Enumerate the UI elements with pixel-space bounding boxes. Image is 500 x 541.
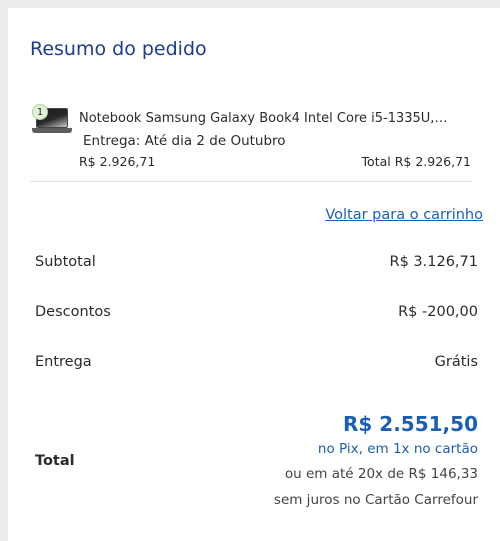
divider — [30, 181, 472, 182]
back-to-cart-link[interactable]: Voltar para o carrinho — [325, 207, 483, 223]
subtotal-label: Subtotal — [35, 254, 96, 270]
quantity-badge: 1 — [32, 104, 48, 120]
summary-title: Resumo do pedido — [30, 38, 207, 60]
product-delivery: Entrega: Até dia 2 de Outubro — [83, 133, 286, 149]
installments-line-2: sem juros no Cartão Carrefour — [273, 492, 478, 508]
discount-value: R$ -200,00 — [398, 304, 478, 320]
total-pix-note: no Pix, em 1x no cartão — [317, 441, 478, 457]
product-unit-price: R$ 2.926,71 — [79, 154, 156, 169]
order-summary-card: Resumo do pedido 1 Notebook Samsung Gala… — [8, 8, 500, 541]
laptop-base-shape — [32, 128, 72, 133]
product-item: 1 Notebook Samsung Galaxy Book4 Intel Co… — [8, 96, 500, 176]
installments-line-1: ou em até 20x de R$ 146,33 — [284, 466, 478, 482]
product-total: Total R$ 2.926,71 — [361, 154, 471, 169]
product-name: Notebook Samsung Galaxy Book4 Intel Core… — [79, 111, 448, 126]
discount-label: Descontos — [35, 304, 111, 320]
subtotal-value: R$ 3.126,71 — [389, 254, 478, 270]
total-label: Total — [35, 453, 75, 469]
delivery-label: Entrega — [35, 354, 92, 370]
delivery-value: Grátis — [434, 354, 478, 370]
total-amount: R$ 2.551,50 — [343, 412, 478, 436]
